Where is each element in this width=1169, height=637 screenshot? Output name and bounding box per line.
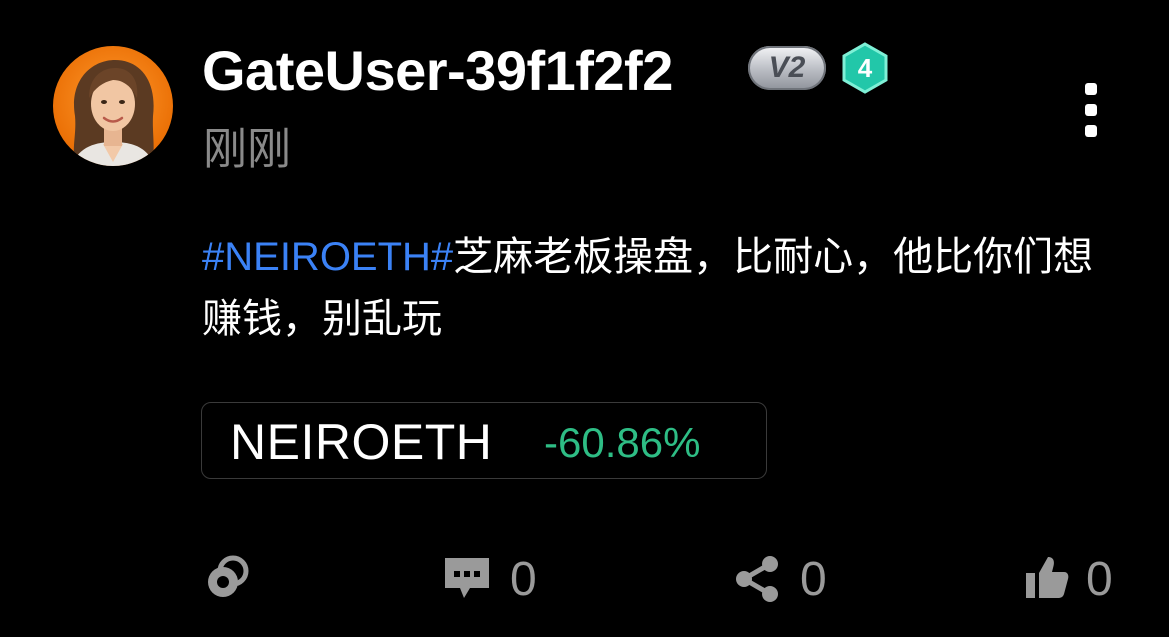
like-button[interactable]: 0 xyxy=(1024,540,1134,620)
level-badge-number: 4 xyxy=(857,53,873,83)
more-options-button[interactable] xyxy=(1072,80,1110,140)
comment-icon xyxy=(445,558,489,598)
thumbs-up-icon xyxy=(1026,557,1069,598)
share-icon xyxy=(736,556,778,602)
ticker-symbol: NEIROETH xyxy=(230,414,493,470)
like-count: 0 xyxy=(1086,553,1113,606)
vip-badge: V2 xyxy=(748,46,826,90)
ticker-chip[interactable]: NEIROETH -60.86% xyxy=(201,402,767,479)
hashtag-link[interactable]: #NEIROETH# xyxy=(202,235,453,279)
comment-count: 0 xyxy=(510,553,537,606)
post-card: GateUser-39f1f2f2 V2 4 刚刚 #NEIROETH#芝麻老板… xyxy=(0,0,1169,637)
username[interactable]: GateUser-39f1f2f2 xyxy=(202,38,673,104)
action-bar: 0 0 0 xyxy=(0,540,1169,620)
post-timestamp: 刚刚 xyxy=(203,125,291,174)
post-content: #NEIROETH#芝麻老板操盘，比耐心，他比你们想赚钱，别乱玩 xyxy=(202,226,1132,350)
level-badge: 4 xyxy=(840,42,890,94)
ticker-change: -60.86% xyxy=(544,419,701,466)
avatar[interactable] xyxy=(53,46,173,166)
comment-button[interactable]: 0 xyxy=(442,540,552,620)
share-count: 0 xyxy=(800,553,827,606)
share-button[interactable]: 0 xyxy=(734,540,844,620)
more-vertical-icon xyxy=(1085,83,1097,137)
tip-button[interactable] xyxy=(204,540,254,620)
coin-tip-icon xyxy=(208,555,249,597)
